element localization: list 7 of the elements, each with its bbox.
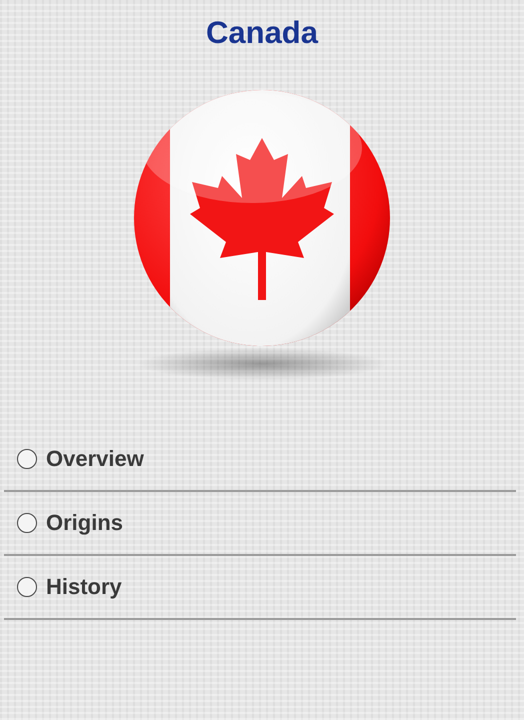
- radio-button[interactable]: [17, 577, 37, 597]
- page-title: Canada: [206, 14, 318, 52]
- option-label[interactable]: Origins: [46, 510, 124, 536]
- radio-button[interactable]: [17, 449, 37, 469]
- option-label[interactable]: Overview: [46, 446, 144, 472]
- option-label[interactable]: History: [46, 574, 122, 600]
- radio-button[interactable]: [17, 513, 37, 533]
